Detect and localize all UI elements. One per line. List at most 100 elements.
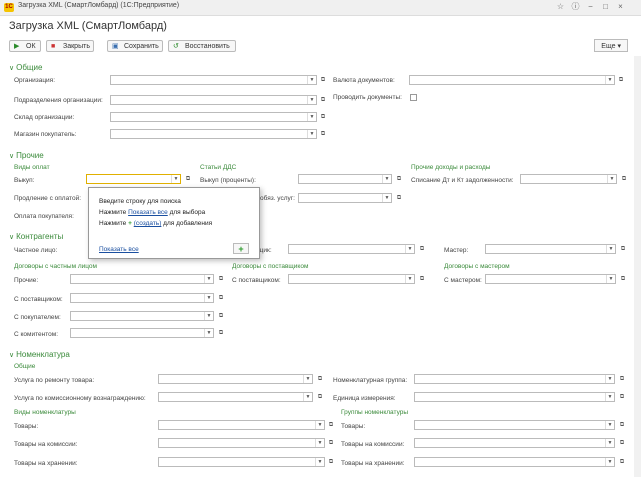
supplier-field[interactable]: ▼ bbox=[288, 244, 415, 254]
warehouse-field[interactable]: ▼ bbox=[110, 112, 317, 122]
dropdown-icon[interactable]: ▼ bbox=[307, 130, 316, 138]
close-button[interactable]: ■ Закрыть bbox=[46, 40, 94, 52]
close-window-icon[interactable]: × bbox=[616, 2, 625, 12]
group-goods-commission-field[interactable]: ▼ bbox=[414, 438, 615, 448]
dropdown-icon[interactable]: ▼ bbox=[382, 194, 391, 202]
section-general[interactable]: ∨ Общие bbox=[9, 63, 42, 72]
dropdown-icon[interactable]: ▼ bbox=[405, 275, 414, 283]
open-icon[interactable]: ⧉ bbox=[184, 174, 192, 184]
open-icon[interactable]: ⧉ bbox=[618, 420, 626, 430]
dropdown-icon[interactable]: ▼ bbox=[303, 393, 312, 401]
open-icon[interactable]: ⧉ bbox=[620, 174, 628, 184]
goods-field[interactable]: ▼ bbox=[158, 420, 325, 430]
open-icon[interactable]: ⧉ bbox=[395, 193, 403, 203]
dropdown-icon[interactable]: ▼ bbox=[605, 439, 614, 447]
info-icon[interactable]: ⓘ bbox=[571, 2, 580, 12]
dropdown-icon[interactable]: ▼ bbox=[307, 76, 316, 84]
c-supplier-field[interactable]: ▼ bbox=[288, 274, 415, 284]
open-icon[interactable]: ⧉ bbox=[618, 438, 626, 448]
write-off-field[interactable]: ▼ bbox=[520, 174, 617, 184]
with-consignor-field[interactable]: ▼ bbox=[70, 328, 214, 338]
dropdown-icon[interactable]: ▼ bbox=[204, 329, 213, 337]
open-icon[interactable]: ⧉ bbox=[418, 274, 426, 284]
open-icon[interactable]: ⧉ bbox=[217, 311, 225, 321]
open-icon[interactable]: ⧉ bbox=[217, 328, 225, 338]
open-icon[interactable]: ⧉ bbox=[619, 244, 627, 254]
open-icon[interactable]: ⧉ bbox=[327, 420, 335, 430]
open-icon[interactable]: ⧉ bbox=[316, 392, 324, 402]
dropdown-icon[interactable]: ▼ bbox=[605, 375, 614, 383]
open-icon[interactable]: ⧉ bbox=[418, 244, 426, 254]
dropdown-icon[interactable]: ▼ bbox=[204, 294, 213, 302]
buyer-shop-field[interactable]: ▼ bbox=[110, 129, 317, 139]
open-icon[interactable]: ⧉ bbox=[618, 392, 626, 402]
minimize-icon[interactable]: − bbox=[586, 2, 595, 12]
open-icon[interactable]: ⧉ bbox=[319, 95, 327, 105]
goods-storage-field[interactable]: ▼ bbox=[158, 457, 325, 467]
dropdown-icon[interactable]: ▼ bbox=[606, 245, 615, 253]
more-button[interactable]: Еще ▾ bbox=[594, 39, 628, 52]
dropdown-icon[interactable]: ▼ bbox=[315, 421, 324, 429]
dropdown-icon[interactable]: ▼ bbox=[307, 113, 316, 121]
show-all-link[interactable]: Показать все bbox=[99, 246, 139, 253]
section-counterparties[interactable]: ∨ Контрагенты bbox=[9, 232, 63, 241]
dropdown-icon[interactable]: ▼ bbox=[307, 96, 316, 104]
open-icon[interactable]: ⧉ bbox=[619, 274, 627, 284]
dropdown-icon[interactable]: ▼ bbox=[605, 393, 614, 401]
cf-buyout-field[interactable]: ▼ bbox=[298, 174, 392, 184]
open-icon[interactable]: ⧉ bbox=[395, 174, 403, 184]
unit-field[interactable]: ▼ bbox=[414, 392, 615, 402]
repair-service-field[interactable]: ▼ bbox=[158, 374, 313, 384]
dropdown-icon[interactable]: ▼ bbox=[204, 312, 213, 320]
open-icon[interactable]: ⧉ bbox=[217, 293, 225, 303]
other-contract-field[interactable]: ▼ bbox=[70, 274, 214, 284]
open-icon[interactable]: ⧉ bbox=[618, 374, 626, 384]
open-icon[interactable]: ⧉ bbox=[316, 374, 324, 384]
open-icon[interactable]: ⧉ bbox=[319, 75, 327, 85]
open-icon[interactable]: ⧉ bbox=[327, 438, 335, 448]
dropdown-icon[interactable]: ▼ bbox=[607, 175, 616, 183]
dropdown-icon[interactable]: ▼ bbox=[171, 175, 180, 183]
dropdown-icon[interactable]: ▼ bbox=[606, 275, 615, 283]
with-supplier-field[interactable]: ▼ bbox=[70, 293, 214, 303]
dropdown-icon[interactable]: ▼ bbox=[382, 175, 391, 183]
with-buyer-field[interactable]: ▼ bbox=[70, 311, 214, 321]
section-other[interactable]: ∨ Прочие bbox=[9, 151, 44, 160]
open-icon[interactable]: ⧉ bbox=[319, 112, 327, 122]
post-documents-checkbox[interactable] bbox=[410, 94, 417, 101]
dropdown-icon[interactable]: ▼ bbox=[204, 275, 213, 283]
open-icon[interactable]: ⧉ bbox=[617, 75, 625, 85]
dropdown-icon[interactable]: ▼ bbox=[605, 458, 614, 466]
section-nomenclature[interactable]: ∨ Номенклатура bbox=[9, 350, 70, 359]
group-goods-field[interactable]: ▼ bbox=[414, 420, 615, 430]
master-field[interactable]: ▼ bbox=[485, 244, 616, 254]
dropdown-icon[interactable]: ▼ bbox=[605, 76, 614, 84]
add-button[interactable]: + bbox=[233, 243, 249, 254]
open-icon[interactable]: ⧉ bbox=[319, 129, 327, 139]
ok-button[interactable]: ▶ ОК bbox=[9, 40, 41, 52]
c-master-field[interactable]: ▼ bbox=[485, 274, 616, 284]
create-link[interactable]: (создать) bbox=[134, 220, 162, 227]
dropdown-icon[interactable]: ▼ bbox=[315, 458, 324, 466]
dropdown-icon[interactable]: ▼ bbox=[405, 245, 414, 253]
vertical-scrollbar[interactable] bbox=[634, 56, 641, 477]
show-all-inline-link[interactable]: Показать все bbox=[128, 209, 168, 216]
restore-button[interactable]: ↺ Восстановить bbox=[168, 40, 236, 52]
group-goods-storage-field[interactable]: ▼ bbox=[414, 457, 615, 467]
dropdown-icon[interactable]: ▼ bbox=[605, 421, 614, 429]
cf-other-field[interactable]: ▼ bbox=[298, 193, 392, 203]
open-icon[interactable]: ⧉ bbox=[327, 457, 335, 467]
doc-currency-field[interactable]: ▼ bbox=[409, 75, 615, 85]
favorite-icon[interactable]: ☆ bbox=[556, 2, 565, 12]
open-icon[interactable]: ⧉ bbox=[217, 274, 225, 284]
open-icon[interactable]: ⧉ bbox=[618, 457, 626, 467]
subordinate-orgs-field[interactable]: ▼ bbox=[110, 95, 317, 105]
save-button[interactable]: ▣ Сохранить bbox=[107, 40, 163, 52]
dropdown-icon[interactable]: ▼ bbox=[315, 439, 324, 447]
maximize-icon[interactable]: □ bbox=[601, 2, 610, 12]
commission-service-field[interactable]: ▼ bbox=[158, 392, 313, 402]
dropdown-icon[interactable]: ▼ bbox=[303, 375, 312, 383]
nomenclature-group-field[interactable]: ▼ bbox=[414, 374, 615, 384]
buyout-field[interactable]: ▼ bbox=[86, 174, 181, 184]
organization-field[interactable]: ▼ bbox=[110, 75, 317, 85]
